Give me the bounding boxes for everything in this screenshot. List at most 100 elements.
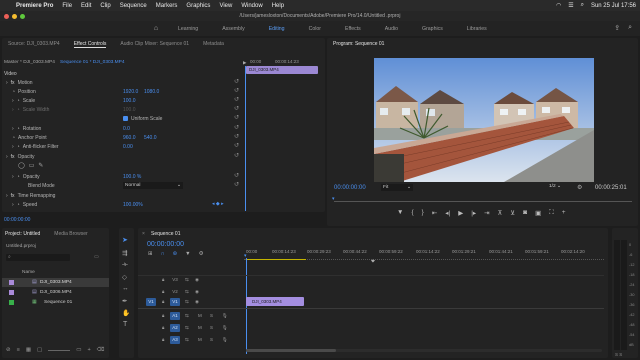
rotation-value[interactable]: 0.0 xyxy=(123,126,130,132)
selection-tool-icon[interactable]: ➤ xyxy=(122,236,128,244)
timeline-horizontal-scrollbar[interactable] xyxy=(246,349,602,352)
voiceover-mic-icon[interactable]: 🎙︎ xyxy=(222,313,228,319)
menu-markers[interactable]: Markers xyxy=(156,3,178,9)
menu-clip[interactable]: Clip xyxy=(100,3,110,9)
workspace-effects[interactable]: Effects xyxy=(345,26,361,32)
insert-nest-icon[interactable]: ⊞ xyxy=(148,251,153,257)
mute-button[interactable]: M xyxy=(198,313,202,318)
workspace-audio[interactable]: Audio xyxy=(385,26,398,32)
snap-magnet-icon[interactable]: ∩ xyxy=(161,251,165,257)
workspace-editing[interactable]: Editing xyxy=(269,26,285,32)
hand-tool-icon[interactable]: ✋ xyxy=(122,309,130,317)
stopwatch-icon[interactable]: ◔ xyxy=(17,98,20,104)
stopwatch-icon[interactable]: ◔ xyxy=(17,202,20,208)
opacity-section-row[interactable]: › fx Opacity xyxy=(6,152,35,161)
fit-select[interactable]: Fit ⌄ xyxy=(381,184,413,191)
time-remapping-row[interactable]: › fx Time Remapping xyxy=(6,191,55,200)
list-item[interactable]: ▦ Sequence 01 xyxy=(2,298,109,307)
motion-reset-icon[interactable]: ↺ xyxy=(234,78,239,85)
extract-icon[interactable]: ⊻ xyxy=(510,209,515,217)
minimize-window-button[interactable] xyxy=(12,14,17,19)
timeline-timecode[interactable]: 00:00:00:00 xyxy=(147,241,184,248)
track-select-tool-icon[interactable]: ⇶ xyxy=(122,249,127,257)
export-frame-icon[interactable]: ◙ xyxy=(523,209,527,217)
razor-tool-icon[interactable]: ◇ xyxy=(122,273,127,281)
track-a1-label[interactable]: A1 xyxy=(170,312,180,320)
opacity-reset-icon[interactable]: ↺ xyxy=(234,172,239,179)
linked-selection-icon[interactable]: ⊛ xyxy=(173,251,178,257)
add-marker-icon[interactable]: ▼ xyxy=(397,209,403,217)
scale-width-reset-icon[interactable]: ↺ xyxy=(234,105,239,112)
label-color-swatch[interactable] xyxy=(9,290,14,295)
eye-icon[interactable]: ◉ xyxy=(195,289,199,295)
menu-view[interactable]: View xyxy=(219,3,232,9)
program-current-timecode[interactable]: 00:00:00:00 xyxy=(334,185,366,191)
workspace-assembly[interactable]: Assembly xyxy=(222,26,245,32)
stopwatch-icon[interactable]: ◔ xyxy=(17,144,20,150)
list-view-icon[interactable]: ≡ xyxy=(17,347,20,353)
workspace-libraries[interactable]: Libraries xyxy=(467,26,487,32)
sync-lock-icon[interactable]: ⇆ xyxy=(185,313,189,319)
list-item[interactable]: ▤ DJI_0303.MP4 xyxy=(2,278,109,287)
master-clip-label[interactable]: Master * DJI_0303.MP4 xyxy=(4,60,55,65)
go-to-out-icon[interactable]: ⇥ xyxy=(484,209,489,217)
lock-icon[interactable]: 🔒︎ xyxy=(162,289,164,294)
tab-effect-controls[interactable]: Effect Controls xyxy=(73,41,107,48)
fx-icon[interactable]: fx xyxy=(11,193,15,199)
mini-playhead[interactable] xyxy=(245,66,246,211)
workspace-learning[interactable]: Learning xyxy=(178,26,198,32)
help-search-icon[interactable]: ⌕ xyxy=(628,24,632,32)
solo-button[interactable]: S xyxy=(210,313,213,318)
home-icon[interactable]: ⌂ xyxy=(150,25,162,32)
button-editor-icon[interactable]: + xyxy=(562,209,566,217)
fx-icon[interactable]: fx xyxy=(11,80,15,86)
track-v1-label[interactable]: V1 xyxy=(170,298,180,306)
anchor-reset-icon[interactable]: ↺ xyxy=(234,133,239,140)
position-x-value[interactable]: 1920.0 xyxy=(123,89,138,95)
new-item-icon[interactable]: + xyxy=(87,347,90,353)
sequence-clip-label[interactable]: Sequence 01 * DJI_0303.MP4 xyxy=(60,60,125,65)
resolution-select[interactable]: 1/2 ⌄ xyxy=(549,184,561,189)
timeline-settings-wrench-icon[interactable]: ⚙ xyxy=(199,251,204,257)
motion-row[interactable]: › fx Motion xyxy=(6,78,33,87)
track-a2-label[interactable]: A2 xyxy=(170,324,180,332)
ellipse-mask-icon[interactable]: ◯ xyxy=(18,162,25,169)
timeline-clip-v1[interactable]: DJI_0303.MP4 xyxy=(246,297,304,306)
new-bin-icon[interactable]: ▭ xyxy=(76,347,81,353)
anti-flicker-value[interactable]: 0.00 xyxy=(123,144,133,150)
timeline-playhead-line[interactable] xyxy=(246,258,247,354)
blend-mode-select[interactable]: Normal ⌄ xyxy=(123,182,183,189)
program-playhead[interactable]: ▾ xyxy=(332,196,335,202)
lock-icon[interactable]: 🔒︎ xyxy=(162,299,164,304)
play-icon[interactable]: ▶ xyxy=(458,209,463,217)
eye-icon[interactable]: ◉ xyxy=(195,277,199,283)
opacity-section-reset-icon[interactable]: ↺ xyxy=(234,152,239,159)
stopwatch-icon[interactable]: ◔ xyxy=(12,135,15,141)
workspace-graphics[interactable]: Graphics xyxy=(422,26,443,32)
vr-view-icon[interactable]: ⛶ xyxy=(549,209,554,217)
list-item[interactable]: ▤ DJI_0306.MP4 xyxy=(2,288,109,297)
rectangle-mask-icon[interactable]: ▭ xyxy=(29,162,35,169)
sync-lock-icon[interactable]: ⇆ xyxy=(185,325,189,331)
track-v2-label[interactable]: V2 xyxy=(170,288,180,296)
control-center-icon[interactable]: ☰ xyxy=(568,2,573,9)
tab-sequence-01[interactable]: Sequence 01 xyxy=(151,231,180,237)
add-marker-icon[interactable]: ▼ xyxy=(185,251,190,257)
settings-wrench-icon[interactable]: ⚙ xyxy=(577,184,582,191)
voiceover-mic-icon[interactable]: 🎙︎ xyxy=(222,325,228,331)
source-patch-v1[interactable]: V1 xyxy=(146,298,156,306)
position-reset-icon[interactable]: ↺ xyxy=(234,87,239,94)
position-y-value[interactable]: 1080.0 xyxy=(144,89,159,95)
stopwatch-icon[interactable]: ◔ xyxy=(17,174,20,180)
rotation-reset-icon[interactable]: ↺ xyxy=(234,124,239,131)
pen-tool-icon[interactable]: ✒ xyxy=(122,297,127,305)
speed-value[interactable]: 100.00% xyxy=(123,202,143,208)
track-a3-label[interactable]: A3 xyxy=(170,336,180,344)
lock-icon[interactable]: 🔒︎ xyxy=(162,325,164,330)
stopwatch-icon[interactable]: ◔ xyxy=(12,89,15,95)
stopwatch-icon[interactable]: ◔ xyxy=(17,126,20,132)
anti-flicker-reset-icon[interactable]: ↺ xyxy=(234,142,239,149)
lock-icon[interactable]: 🔒︎ xyxy=(162,313,164,318)
eye-icon[interactable]: ◉ xyxy=(195,299,199,305)
step-forward-icon[interactable]: |▸ xyxy=(471,209,476,217)
